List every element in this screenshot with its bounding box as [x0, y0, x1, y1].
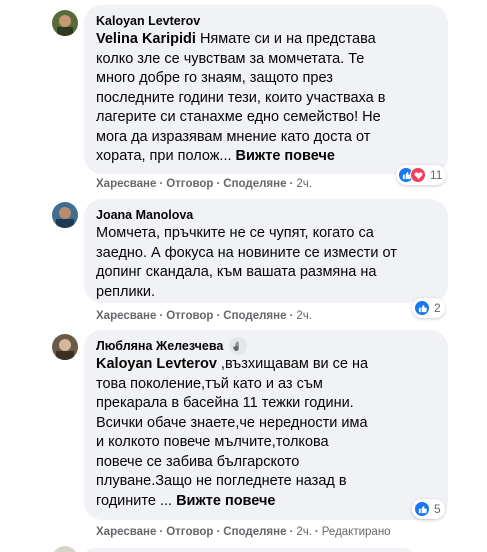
avatar[interactable] [52, 10, 78, 36]
like-button[interactable]: Харесване [96, 310, 156, 322]
reply-button[interactable]: Отговор [166, 310, 213, 322]
share-button[interactable]: Споделяне [223, 310, 286, 322]
wave-hand-icon [229, 337, 248, 355]
mention-link[interactable]: Kaloyan Levterov [96, 356, 217, 372]
comment-author[interactable]: Любляна Железчева [96, 337, 436, 355]
comment-author[interactable]: Kaloyan Levterov [96, 13, 436, 29]
edited-label: Редактирано [321, 526, 391, 538]
reply-button[interactable]: Отговор [166, 178, 213, 190]
comment-bubble: Joana Manolova Момчета, пръчките не се ч… [84, 199, 448, 303]
separator: · [159, 310, 164, 322]
reply-button[interactable]: Отговор [166, 526, 213, 538]
next-comment-avatar [52, 546, 78, 552]
comment-actions: Харесване · Отговор · Споделяне · 2ч. [96, 176, 312, 192]
share-button[interactable]: Споделяне [223, 178, 286, 190]
reactions-summary[interactable]: 2 [412, 298, 445, 318]
comment-text: Velina Karipidi Нямате си и на представа… [96, 31, 386, 164]
comment-author[interactable]: Joana Manolova [96, 207, 436, 223]
comment-actions: Харесване · Отговор · Споделяне · 2ч. · … [96, 524, 391, 540]
like-button[interactable]: Харесване [96, 526, 156, 538]
see-more-link[interactable]: Вижте повече [236, 148, 335, 164]
reactions-summary[interactable]: 11 [396, 165, 447, 185]
timestamp[interactable]: 2ч. [296, 310, 312, 322]
share-button[interactable]: Споделяне [223, 526, 286, 538]
reaction-count: 11 [430, 168, 443, 182]
separator: · [289, 178, 294, 190]
reaction-count: 2 [434, 301, 441, 315]
next-comment-bubble [84, 548, 414, 552]
timestamp[interactable]: 2ч. [296, 178, 312, 190]
see-more-link[interactable]: Вижте повече [176, 493, 275, 509]
comment-actions: Харесване · Отговор · Споделяне · 2ч. [96, 308, 312, 324]
separator: · [289, 526, 294, 538]
like-icon [414, 300, 430, 316]
timestamp[interactable]: 2ч. [296, 526, 312, 538]
reaction-count: 5 [434, 502, 441, 516]
mention-link[interactable]: Velina Karipidi [96, 31, 196, 47]
avatar[interactable] [52, 202, 78, 228]
comment-bubble: Любляна Железчева Kaloyan Levterov ,възх… [84, 330, 448, 520]
separator: · [216, 178, 221, 190]
comment-text: Момчета, пръчките не се чупят, когато са… [96, 225, 397, 300]
separator: · [216, 526, 221, 538]
comment-text: Kaloyan Levterov ,възхищавам ви се на то… [96, 356, 369, 509]
love-icon [410, 167, 426, 183]
separator: · [314, 526, 319, 538]
separator: · [159, 178, 164, 190]
separator: · [159, 526, 164, 538]
reactions-summary[interactable]: 5 [412, 499, 445, 519]
like-icon [414, 501, 430, 517]
avatar[interactable] [52, 334, 78, 360]
separator: · [289, 310, 294, 322]
separator: · [216, 310, 221, 322]
comment-bubble: Kaloyan Levterov Velina Karipidi Нямате … [84, 5, 448, 174]
like-button[interactable]: Харесване [96, 178, 156, 190]
